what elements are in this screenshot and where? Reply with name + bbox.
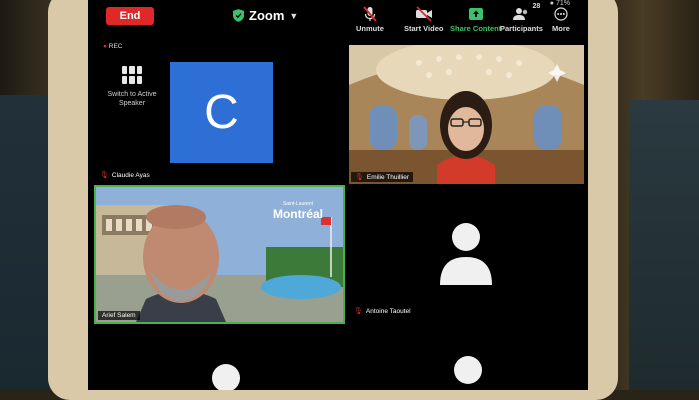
unmute-button[interactable]: Unmute bbox=[356, 6, 384, 33]
participant-name: Claudie Ayas bbox=[111, 171, 150, 179]
video-tile-arief-active-speaker[interactable]: Saint-Laurent Montréal Arief Salem bbox=[94, 185, 345, 324]
video-off-icon bbox=[415, 6, 432, 22]
participant-name-tag: 🎙 Antoine Taoutel bbox=[350, 306, 415, 316]
battery-status: ● 71% bbox=[550, 0, 570, 7]
zoom-screen: End Zoom ▼ Unmute Start Video Share Cont… bbox=[88, 0, 588, 390]
video-feed-emilie bbox=[349, 45, 584, 184]
mic-muted-icon: 🎙 bbox=[100, 172, 109, 179]
share-icon bbox=[468, 8, 483, 20]
mic-muted-icon: 🎙 bbox=[354, 308, 363, 315]
participants-count: 28 bbox=[532, 3, 541, 10]
switch-to-active-speaker-button[interactable]: Switch to Active Speaker bbox=[102, 66, 162, 108]
more-button[interactable]: More bbox=[552, 6, 570, 33]
video-tile-emilie[interactable]: 🎙 Emilie Thuillier bbox=[349, 45, 584, 184]
record-dot-icon: ● bbox=[103, 43, 107, 50]
default-avatar-icon bbox=[454, 356, 482, 384]
participant-name: Antoine Taoutel bbox=[365, 307, 411, 315]
battery-level: 71% bbox=[555, 0, 570, 7]
start-video-label: Start Video bbox=[404, 24, 444, 33]
room-wall-right bbox=[629, 100, 699, 390]
chevron-down-icon: ▼ bbox=[289, 10, 299, 21]
recording-indicator: ● REC bbox=[103, 43, 122, 50]
recording-label: REC bbox=[108, 43, 123, 50]
logo-title: Montréal bbox=[272, 207, 323, 221]
shield-icon bbox=[233, 9, 244, 22]
participant-name-tag: 🎙 Claudie Ayas bbox=[96, 170, 154, 180]
share-content-label: Share Content bbox=[450, 24, 502, 33]
participant-name: Arief Salem bbox=[102, 312, 136, 319]
grid-view-icon bbox=[122, 66, 142, 84]
more-label: More bbox=[552, 24, 570, 33]
meeting-toolbar: End Zoom ▼ Unmute Start Video Share Cont… bbox=[88, 0, 588, 40]
default-avatar-icon bbox=[212, 364, 240, 390]
meeting-title[interactable]: Zoom ▼ bbox=[233, 8, 298, 23]
mic-muted-icon bbox=[363, 6, 377, 22]
participants-button[interactable]: 28 Participants bbox=[500, 3, 543, 33]
share-content-button[interactable]: Share Content bbox=[450, 6, 501, 33]
avatar: C bbox=[170, 62, 273, 163]
app-title: Zoom bbox=[249, 8, 285, 23]
default-avatar-icon bbox=[440, 223, 492, 285]
mic-muted-icon: 🎙 bbox=[355, 174, 364, 181]
montreal-logo: Saint-Laurent Montréal bbox=[273, 201, 323, 221]
participant-name-tag: Arief Salem bbox=[98, 311, 140, 320]
end-button[interactable]: End bbox=[106, 7, 154, 25]
participants-label: Participants bbox=[500, 24, 543, 33]
unmute-label: Unmute bbox=[356, 24, 384, 33]
more-icon bbox=[554, 7, 568, 21]
participant-name: Emilie Thuillier bbox=[366, 173, 410, 181]
wifi-icon: ● bbox=[549, 0, 555, 7]
participants-icon bbox=[513, 8, 528, 20]
participant-name-tag: 🎙 Emilie Thuillier bbox=[351, 172, 414, 182]
avatar-initial: C bbox=[204, 86, 239, 139]
switch-speaker-label: Switch to Active Speaker bbox=[107, 91, 157, 107]
start-video-button[interactable]: Start Video bbox=[404, 6, 443, 33]
